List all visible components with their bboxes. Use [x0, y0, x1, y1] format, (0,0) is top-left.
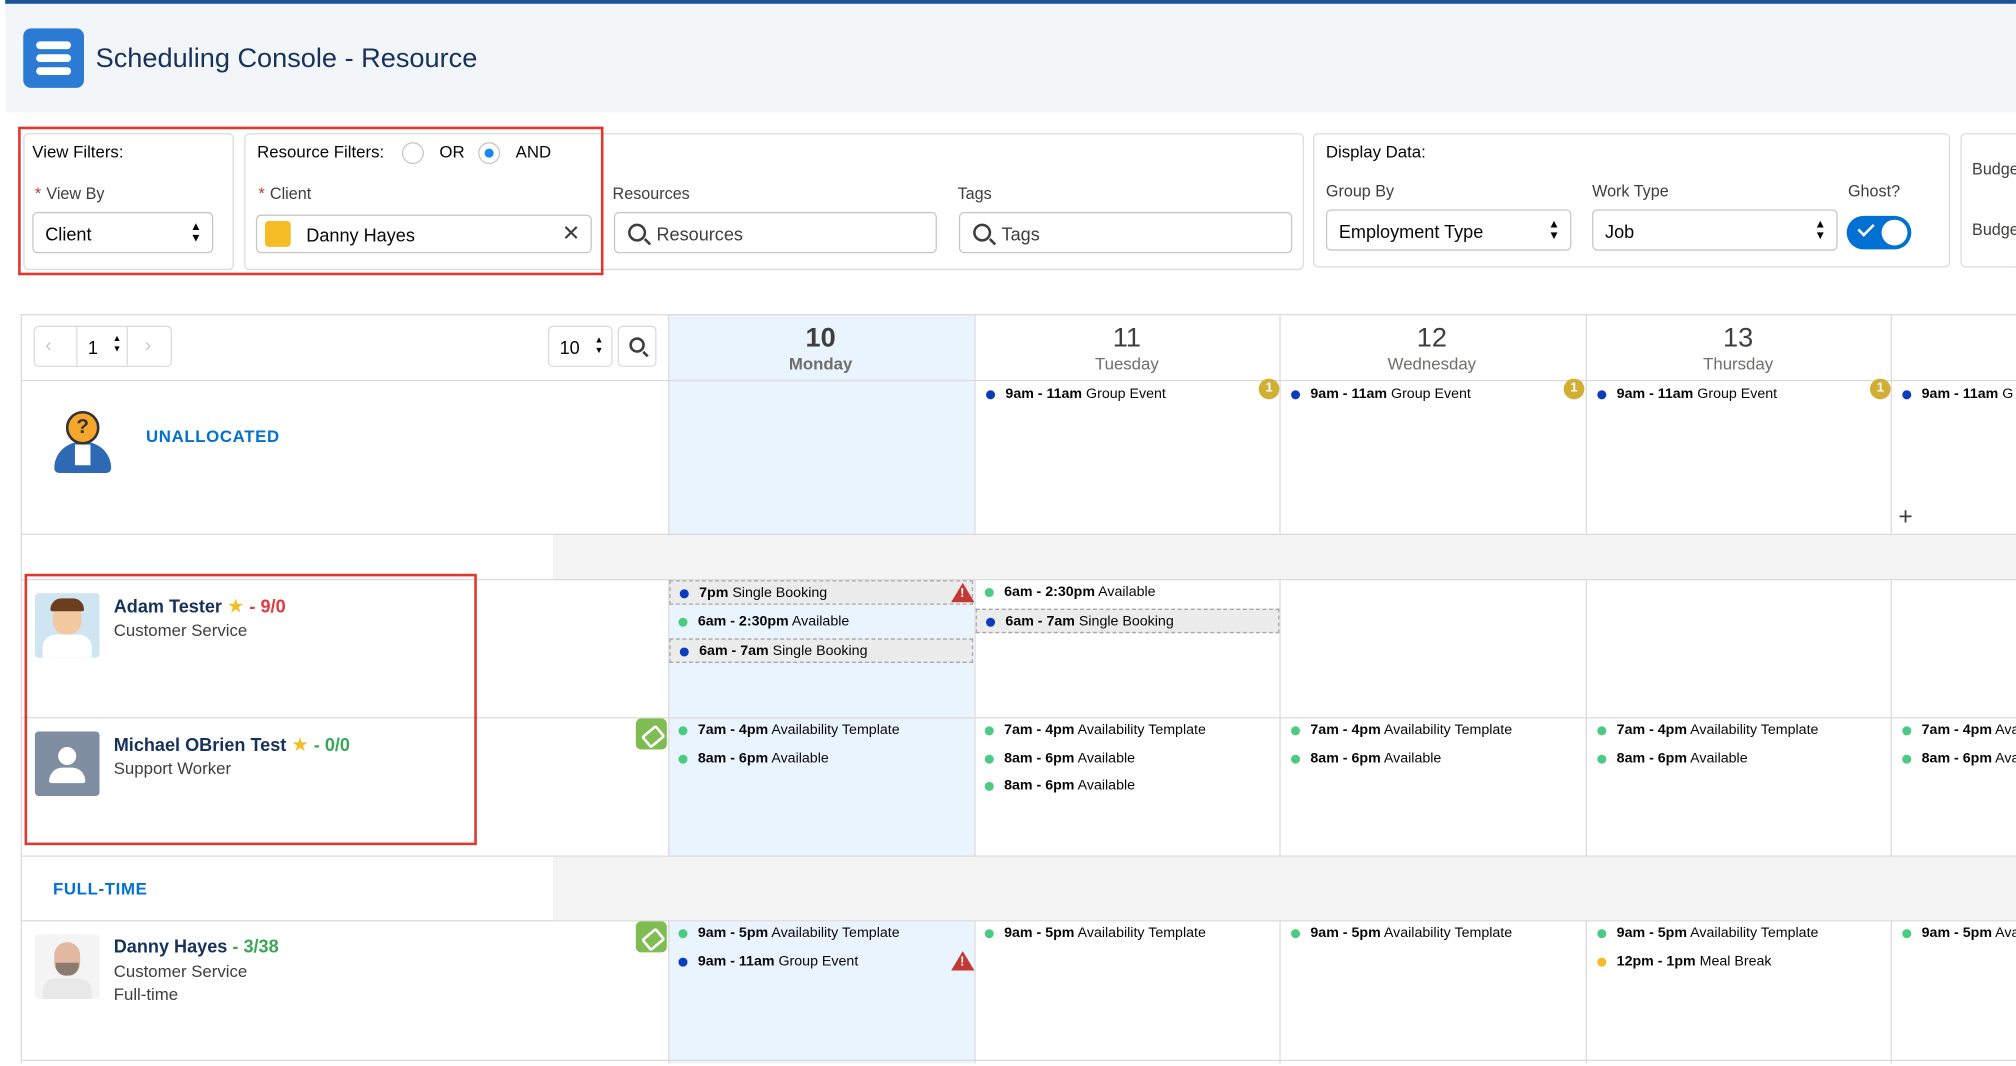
resource-employment-type: Full-time: [113, 984, 179, 1005]
ghost-toggle[interactable]: [1846, 215, 1912, 250]
resource-name[interactable]: Danny Hayes - 3/38: [114, 936, 279, 957]
group-by-label: Group By: [1325, 182, 1395, 201]
select-arrows-icon: ▲ ▼: [1814, 217, 1827, 242]
scheduling-app-icon: [23, 28, 84, 88]
budget-label: Budge: [1972, 220, 2016, 240]
day-header-tuesday: 11 Tuesday: [1094, 323, 1159, 374]
event-item[interactable]: 12pm - 1pm Meal Break: [1588, 950, 1772, 975]
event-item[interactable]: 8am - 6pm Available: [976, 747, 1135, 772]
event-item[interactable]: 6am - 7am Single Booking: [669, 638, 974, 663]
work-type-label: Work Type: [1592, 182, 1669, 201]
event-item[interactable]: 9am - 5pm Ava: [1893, 921, 2016, 946]
scheduling-console: Scheduling Console - Resource View Filte…: [0, 0, 2016, 1066]
page-size-select[interactable]: 10 ▲ ▼: [547, 325, 613, 368]
search-icon: [628, 223, 647, 242]
resource-role: Customer Service: [113, 961, 248, 981]
budget-label: Budge: [1972, 160, 2016, 179]
filters-highlight-box: [18, 126, 604, 276]
group-band: [553, 856, 2016, 921]
add-event-icon[interactable]: +: [1898, 504, 1912, 532]
event-item[interactable]: 9am - 11am Group Event: [1282, 383, 1471, 408]
day-header-thursday: 13 Thursday: [1703, 323, 1774, 374]
event-item[interactable]: 7pm Single Booking: [669, 580, 974, 605]
event-item[interactable]: 8am - 6pm Available: [1588, 747, 1748, 772]
warning-icon: [951, 951, 975, 971]
event-item[interactable]: 8am - 6pm Available: [669, 747, 829, 772]
check-icon: [1857, 219, 1875, 237]
event-item[interactable]: 7am - 4pm Availability Template: [1588, 719, 1818, 744]
ghost-label: Ghost?: [1847, 182, 1901, 201]
avatar: [34, 934, 100, 999]
event-item[interactable]: 8am - 6pm Available: [976, 774, 1135, 799]
question-icon: ?: [65, 410, 100, 445]
count-badge: 1: [1869, 378, 1891, 400]
work-type-select[interactable]: Job ▲ ▼: [1592, 209, 1838, 251]
tags-search-input[interactable]: Tags: [958, 211, 1293, 254]
event-item[interactable]: 9am - 5pm Availability Template: [669, 921, 900, 946]
page-navigator: ‹ 1 ▲ ▼ ›: [33, 325, 172, 368]
event-item[interactable]: 9am - 11am Group Event: [669, 950, 858, 975]
next-page-icon[interactable]: ›: [145, 335, 151, 357]
event-item[interactable]: 9am - 5pm Availability Template: [976, 921, 1206, 946]
event-item[interactable]: 9am - 5pm Availability Template: [1282, 921, 1512, 946]
event-item[interactable]: 7am - 4pm Availability Template: [1282, 719, 1512, 744]
event-item[interactable]: 6am - 2:30pm Available: [669, 610, 849, 635]
search-icon: [973, 223, 992, 242]
tags-label: Tags: [957, 184, 992, 203]
display-data-label: Display Data:: [1325, 142, 1426, 162]
event-item[interactable]: 9am - 11am G: [1893, 383, 2013, 408]
event-item[interactable]: 9am - 11am Group Event: [1588, 383, 1777, 408]
resources-highlight-box: [24, 573, 477, 846]
day-header-monday: 10 Monday: [788, 323, 853, 374]
group-by-select[interactable]: Employment Type ▲ ▼: [1325, 209, 1572, 251]
budget-panel: Budge Budge: [1960, 133, 2016, 268]
tag-icon[interactable]: [635, 921, 667, 953]
unallocated-avatar: ?: [49, 408, 116, 473]
resources-search-input[interactable]: Resources: [613, 211, 937, 254]
group-band: [553, 535, 2016, 579]
event-item[interactable]: 7am - 4pm Ava: [1893, 719, 2016, 744]
event-item[interactable]: 8am - 6pm Available: [1282, 747, 1441, 772]
full-time-section-label: FULL-TIME: [52, 878, 148, 899]
day-header-wednesday: 12 Wednesday: [1387, 323, 1477, 374]
resources-label: Resources: [612, 184, 690, 203]
warning-icon: [951, 582, 975, 603]
search-button[interactable]: [617, 325, 657, 368]
count-badge: 1: [1563, 378, 1585, 400]
tag-icon[interactable]: [635, 718, 667, 750]
event-item[interactable]: 9am - 5pm Availability Template: [1588, 921, 1818, 946]
event-item[interactable]: 6am - 7am Single Booking: [975, 608, 1280, 634]
event-item[interactable]: 6am - 2:30pm Available: [976, 580, 1156, 605]
event-item[interactable]: 8am - 6pm Ava: [1893, 747, 2016, 772]
page-title: Scheduling Console - Resource: [95, 43, 478, 74]
prev-page-icon[interactable]: ‹: [45, 335, 51, 357]
unallocated-label: UNALLOCATED: [146, 426, 280, 446]
page-header: Scheduling Console - Resource: [5, 3, 2016, 113]
event-item[interactable]: 9am - 11am Group Event: [977, 383, 1166, 408]
event-item[interactable]: 7am - 4pm Availability Template: [669, 719, 900, 744]
search-icon: [629, 337, 645, 353]
select-arrows-icon: ▲ ▼: [1548, 217, 1560, 242]
page-number-input[interactable]: 1 ▲ ▼: [76, 326, 128, 366]
count-badge: 1: [1258, 378, 1280, 400]
event-item[interactable]: 7am - 4pm Availability Template: [976, 719, 1206, 744]
